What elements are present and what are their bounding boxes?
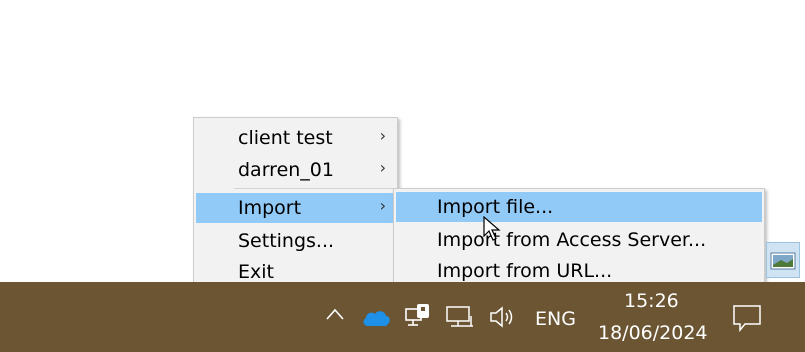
taskbar: ENG 15:26 18/06/2024 [0,282,805,352]
submenu-item-label: Import from Access Server... [437,229,707,251]
submenu-item-import-file[interactable]: Import file... [396,192,762,222]
menu-item-darren-01[interactable]: darren_01 › [196,155,395,185]
menu-item-label: Settings... [238,230,335,252]
menu-item-label: Import [238,197,302,219]
chevron-right-icon: › [379,126,386,145]
window-thumbnail[interactable] [766,242,800,278]
menu-separator [234,188,395,189]
menu-item-import[interactable]: Import › [196,193,395,223]
language-indicator[interactable]: ENG [535,308,576,330]
onedrive-cloud-icon[interactable] [361,308,391,332]
menu-item-label: darren_01 [238,159,334,181]
menu-item-settings[interactable]: Settings... [196,226,395,256]
submenu-item-import-access-server[interactable]: Import from Access Server... [396,225,762,255]
vpn-network-icon[interactable] [403,302,431,334]
context-menu: client test › darren_01 › Import › Setti… [193,117,398,288]
network-icon[interactable] [445,304,475,334]
chevron-right-icon: › [379,196,386,215]
menu-item-client-test[interactable]: client test › [196,123,395,153]
notification-icon[interactable] [731,302,763,338]
import-submenu: Import file... Import from Access Server… [393,188,765,288]
chevron-up-icon[interactable] [325,306,345,326]
menu-item-label: client test [238,127,333,149]
clock-time[interactable]: 15:26 [624,290,679,312]
chevron-right-icon: › [379,158,386,177]
clock-date[interactable]: 18/06/2024 [598,322,708,344]
volume-icon[interactable] [488,304,516,334]
mouse-cursor-icon [483,215,503,246]
